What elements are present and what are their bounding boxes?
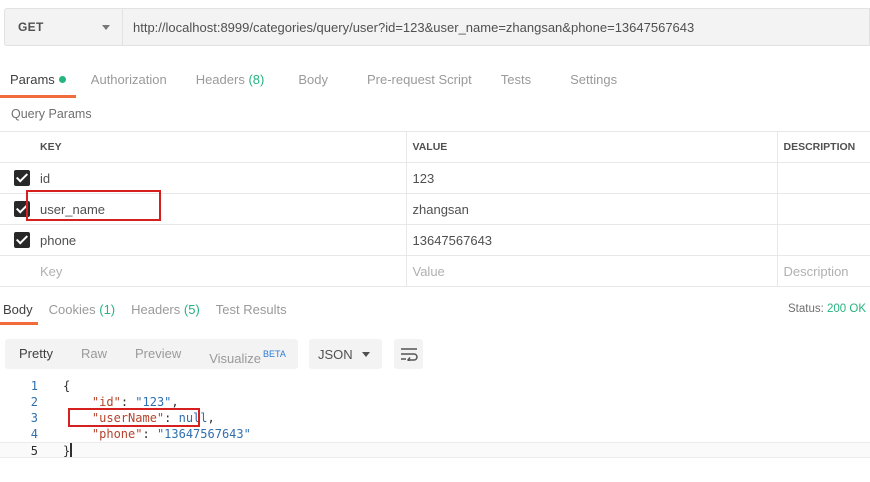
json-key: "id" bbox=[91, 395, 121, 409]
status-label: Status: bbox=[787, 303, 824, 315]
line-number: 4 bbox=[30, 427, 38, 441]
code-line: 1{ bbox=[0, 378, 870, 394]
value-placeholder[interactable]: Value bbox=[406, 255, 778, 287]
tab-test-results[interactable]: Test Results bbox=[211, 294, 292, 325]
method-select[interactable]: GET bbox=[4, 8, 122, 46]
format-visualize[interactable]: Visualize BETA bbox=[195, 339, 300, 369]
tab-response-headers-label: Headers bbox=[131, 302, 181, 317]
tab-headers[interactable]: Headers (8) bbox=[186, 62, 275, 98]
line-number: 5 bbox=[30, 444, 38, 458]
tab-cookies-count: (1) bbox=[99, 302, 116, 317]
query-params-title: Query Params bbox=[11, 107, 92, 121]
code-line-current: 5} bbox=[0, 442, 870, 458]
highlight-box-username-null bbox=[68, 408, 200, 427]
line-number: 1 bbox=[30, 379, 38, 393]
json-key: "phone" bbox=[91, 427, 143, 441]
format-raw[interactable]: Raw bbox=[67, 339, 121, 369]
tab-settings[interactable]: Settings bbox=[560, 62, 627, 98]
tab-params-label: Params bbox=[10, 72, 55, 87]
response-tabs: Body Cookies (1) Headers (5) Test Result… bbox=[0, 294, 870, 325]
language-label: JSON bbox=[318, 346, 353, 362]
format-preview[interactable]: Preview bbox=[121, 339, 195, 369]
url-input[interactable]: http://localhost:8999/categories/query/u… bbox=[122, 8, 870, 46]
key-cell[interactable]: id bbox=[34, 162, 407, 194]
code-text: { bbox=[38, 378, 70, 394]
format-pretty[interactable]: Pretty bbox=[5, 339, 67, 369]
checkbox[interactable] bbox=[14, 232, 30, 249]
code-text: "phone": "13647567643" bbox=[91, 427, 251, 441]
request-tabs: Params Authorization Headers (8) Body Pr… bbox=[0, 62, 870, 98]
description-cell[interactable] bbox=[777, 193, 870, 225]
table-row: id 123 bbox=[0, 162, 870, 194]
json-value: "123" bbox=[135, 395, 172, 409]
beta-badge: BETA bbox=[263, 349, 286, 359]
tab-body[interactable]: Body bbox=[288, 62, 338, 98]
tab-authorization[interactable]: Authorization bbox=[81, 62, 177, 98]
chevron-down-icon bbox=[362, 351, 370, 357]
tab-params[interactable]: Params bbox=[0, 62, 76, 98]
tab-response-headers[interactable]: Headers (5) bbox=[126, 294, 205, 325]
value-cell[interactable]: 123 bbox=[406, 162, 778, 194]
row-check-cell bbox=[0, 255, 34, 287]
header-key: KEY bbox=[34, 131, 407, 163]
close-brace: } bbox=[63, 444, 71, 458]
chevron-down-icon bbox=[102, 24, 110, 30]
value-cell[interactable]: 13647567643 bbox=[406, 224, 778, 256]
code-line: 4 "phone": "13647567643" bbox=[0, 426, 870, 442]
row-check-cell bbox=[0, 162, 34, 194]
header-description: DESCRIPTION bbox=[777, 131, 870, 163]
key-cell[interactable]: phone bbox=[34, 224, 407, 256]
value-cell[interactable]: zhangsan bbox=[406, 193, 778, 225]
tab-tests[interactable]: Tests bbox=[491, 62, 541, 98]
row-check-cell bbox=[0, 224, 34, 256]
description-cell[interactable] bbox=[777, 224, 870, 256]
response-toolbar: Pretty Raw Preview Visualize BETA JSON bbox=[5, 339, 423, 369]
table-row-new: Key Value Description bbox=[0, 255, 870, 287]
table-header-row: KEY VALUE DESCRIPTION bbox=[0, 131, 870, 163]
code-text: } bbox=[38, 443, 73, 458]
description-placeholder[interactable]: Description bbox=[777, 255, 870, 287]
text-cursor bbox=[70, 443, 73, 457]
format-group: Pretty Raw Preview Visualize BETA bbox=[5, 339, 298, 369]
description-cell[interactable] bbox=[777, 162, 870, 194]
highlight-box-user-name bbox=[26, 190, 161, 221]
tab-headers-count: (8) bbox=[248, 72, 265, 87]
header-check bbox=[0, 131, 34, 163]
key-placeholder[interactable]: Key bbox=[34, 255, 407, 287]
header-value: VALUE bbox=[406, 131, 778, 163]
line-number: 2 bbox=[30, 395, 38, 409]
status-indicator: Status: 200 OK bbox=[788, 294, 866, 325]
active-dot-icon bbox=[58, 76, 66, 83]
language-select[interactable]: JSON bbox=[309, 339, 382, 369]
json-value: "13647567643" bbox=[156, 427, 251, 441]
tab-cookies-label: Cookies bbox=[48, 302, 96, 317]
tab-response-cookies[interactable]: Cookies (1) bbox=[44, 294, 120, 325]
status-value: 200 OK bbox=[827, 303, 866, 315]
wrap-lines-icon bbox=[400, 348, 418, 361]
line-number: 3 bbox=[30, 411, 38, 425]
checkbox[interactable] bbox=[14, 170, 30, 187]
wrap-lines-button[interactable] bbox=[394, 339, 423, 369]
tab-prerequest-script[interactable]: Pre-request Script bbox=[357, 62, 482, 98]
method-label: GET bbox=[18, 20, 44, 34]
tab-response-headers-count: (5) bbox=[183, 302, 200, 317]
tab-headers-label: Headers bbox=[195, 72, 245, 87]
tab-response-body[interactable]: Body bbox=[0, 294, 38, 325]
visualize-label: Visualize bbox=[209, 351, 262, 366]
open-brace: { bbox=[63, 379, 71, 393]
table-row: phone 13647567643 bbox=[0, 224, 870, 256]
request-url-bar: GET http://localhost:8999/categories/que… bbox=[4, 8, 870, 46]
